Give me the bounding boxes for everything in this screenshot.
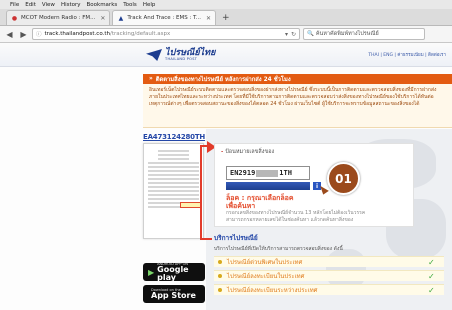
captcha-line-1: ล็อค : กรุณาเลือกล็อค xyxy=(226,194,294,202)
service-row[interactable]: ไปรษณีย์ลงทะเบียนในประเทศ ✓ xyxy=(214,270,444,281)
google-play-icon: ▶ xyxy=(148,267,155,277)
service-row[interactable]: ไปรษณีย์ลงทะเบียนระหว่างประเทศ ✓ xyxy=(214,284,444,295)
search-bar[interactable]: 🔍 ค้นหาคัดพิมพ์ทางไปรษณีย์ xyxy=(303,28,425,40)
check-icon: ✓ xyxy=(428,257,435,267)
logo-text: ไปรษณีย์ไทย xyxy=(165,48,216,58)
receipt-highlight xyxy=(180,202,202,208)
form-legend-text: ป้อนหมายเลขสิ่งของ xyxy=(225,149,275,155)
url-path: /tracking/default.aspx xyxy=(110,31,171,37)
step-callout-badge: 01 xyxy=(327,162,360,195)
check-icon: ✓ xyxy=(428,271,435,281)
bullet-icon xyxy=(218,274,222,278)
app-store-badge[interactable]: Download on the App Store xyxy=(143,285,205,303)
check-icon: ✓ xyxy=(428,285,435,295)
post-favicon-icon: ▲ xyxy=(118,14,124,22)
search-row: i xyxy=(226,182,407,190)
search-placeholder: ค้นหาคัดพิมพ์ทางไปรษณีย์ xyxy=(315,31,379,37)
tab-label: Track And Trace : EMS : T... xyxy=(127,15,201,21)
form-help-text: กรอกเลขสิ่งของทางไปรษณีย์จำนวน 13 หลักโด… xyxy=(226,210,407,223)
menu-tools[interactable]: Tools xyxy=(123,2,137,8)
bullet-icon xyxy=(218,288,222,292)
url-host: track.thailandpost.co.th xyxy=(44,31,110,37)
input-suffix: 1TH xyxy=(279,169,292,177)
tracking-form: - ป้อนหมายเลขสิ่งของ EN2919 1TH i ล็อค : … xyxy=(214,143,414,227)
header-links[interactable]: THAI | ENG | ค่าธรรมเนียม | ติดต่อเรา xyxy=(368,51,446,58)
reload-icon[interactable]: ↻ xyxy=(291,31,296,38)
menu-bookmarks[interactable]: Bookmarks xyxy=(87,2,118,8)
apple-big-text: App Store xyxy=(151,291,196,300)
info-icon[interactable]: ⓘ xyxy=(36,30,42,38)
google-big-text: Google play xyxy=(157,265,189,282)
menu-help[interactable]: Help xyxy=(143,2,156,8)
tracking-number-input[interactable]: EN2919 1TH xyxy=(226,166,310,180)
banner-title: » ติดตามสิ่งของทางไปรษณีย์ หลังการฝากส่ง… xyxy=(143,74,452,84)
menu-view[interactable]: View xyxy=(42,2,55,8)
search-icon: 🔍 xyxy=(307,31,314,37)
services-section: บริการไปรษณีย์ บริการไปรษณีย์ที่เปิดให้บ… xyxy=(214,233,444,295)
blurred-digits xyxy=(256,169,279,177)
site-header: ไปรษณีย์ไทย THAILAND POST THAI | ENG | ค… xyxy=(0,43,452,67)
help-line-2: สามารถกรอกหลายเลขได้ในช่องค้นหา แล้วกดค้… xyxy=(226,216,354,223)
menu-history[interactable]: History xyxy=(61,2,81,8)
captcha-label: ล็อค : กรุณาเลือกล็อค เพื่อค้นหา xyxy=(226,194,407,210)
thailand-post-logo[interactable]: ไปรษณีย์ไทย THAILAND POST xyxy=(146,47,215,63)
form-legend: - ป้อนหมายเลขสิ่งของ xyxy=(221,149,275,155)
service-label: ไปรษณีย์ลงทะเบียนระหว่างประเทศ xyxy=(227,287,318,294)
google-play-badge[interactable]: ▶ ANDROID APP ON Google play xyxy=(143,262,205,282)
dropdown-icon[interactable]: ▾ xyxy=(285,31,288,38)
tab-label: MCOT Modern Radio : FM... xyxy=(21,15,96,21)
nav-bar: ◀ ▶ ⓘ track.thailandpost.co.th/tracking/… xyxy=(0,26,452,43)
menu-file[interactable]: File xyxy=(10,2,19,8)
radio-favicon-icon: ● xyxy=(11,14,18,22)
services-desc: บริการไปรษณีย์ที่เปิดให้บริการสามารถตรวจ… xyxy=(214,246,343,252)
close-icon[interactable]: ✕ xyxy=(206,15,211,22)
banner-text: ติดตามสิ่งของทางไปรษณีย์ หลังการฝากส่ง 2… xyxy=(155,77,291,83)
input-prefix: EN2919 xyxy=(230,169,256,177)
menu-edit[interactable]: Edit xyxy=(25,2,36,8)
search-button[interactable] xyxy=(226,182,310,190)
close-icon[interactable]: ✕ xyxy=(100,15,105,22)
menu-bar: File Edit View History Bookmarks Tools H… xyxy=(0,0,452,9)
forward-icon[interactable]: ▶ xyxy=(18,29,29,40)
tab-track-and-trace[interactable]: ▲ Track And Trace : EMS : T... ✕ xyxy=(112,10,217,25)
page-content: ไปรษณีย์ไทย THAILAND POST THAI | ENG | ค… xyxy=(0,43,452,310)
url-bar[interactable]: ⓘ track.thailandpost.co.th/tracking/defa… xyxy=(32,28,300,40)
chevron-icon: » xyxy=(149,76,153,82)
receipt-tracking-number: EA473124280TH xyxy=(143,133,206,141)
receipt-panel: EA473124280TH xyxy=(143,133,205,239)
bullet-icon xyxy=(218,260,222,264)
tab-mcot[interactable]: ● MCOT Modern Radio : FM... ✕ xyxy=(6,10,111,25)
back-icon[interactable]: ◀ xyxy=(4,29,15,40)
intro-text: อินเทอร์เน็ตไปรษณีย์ระบบติดตามและตรวจสอบ… xyxy=(143,84,452,128)
new-tab-icon[interactable]: + xyxy=(222,13,230,23)
tab-bar: ● MCOT Modern Radio : FM... ✕ ▲ Track An… xyxy=(0,9,452,26)
captcha-line-2: เพื่อค้นหา xyxy=(226,202,256,210)
services-title: บริการไปรษณีย์ xyxy=(214,234,258,242)
service-row[interactable]: ไปรษณีย์ด่วนพิเศษในประเทศ ✓ xyxy=(214,256,444,267)
service-label: ไปรษณีย์ลงทะเบียนในประเทศ xyxy=(227,273,305,280)
highlight-bracket xyxy=(200,145,212,240)
bird-logo-icon xyxy=(146,49,162,61)
service-label: ไปรษณีย์ด่วนพิเศษในประเทศ xyxy=(227,259,303,266)
receipt-image xyxy=(143,143,204,239)
